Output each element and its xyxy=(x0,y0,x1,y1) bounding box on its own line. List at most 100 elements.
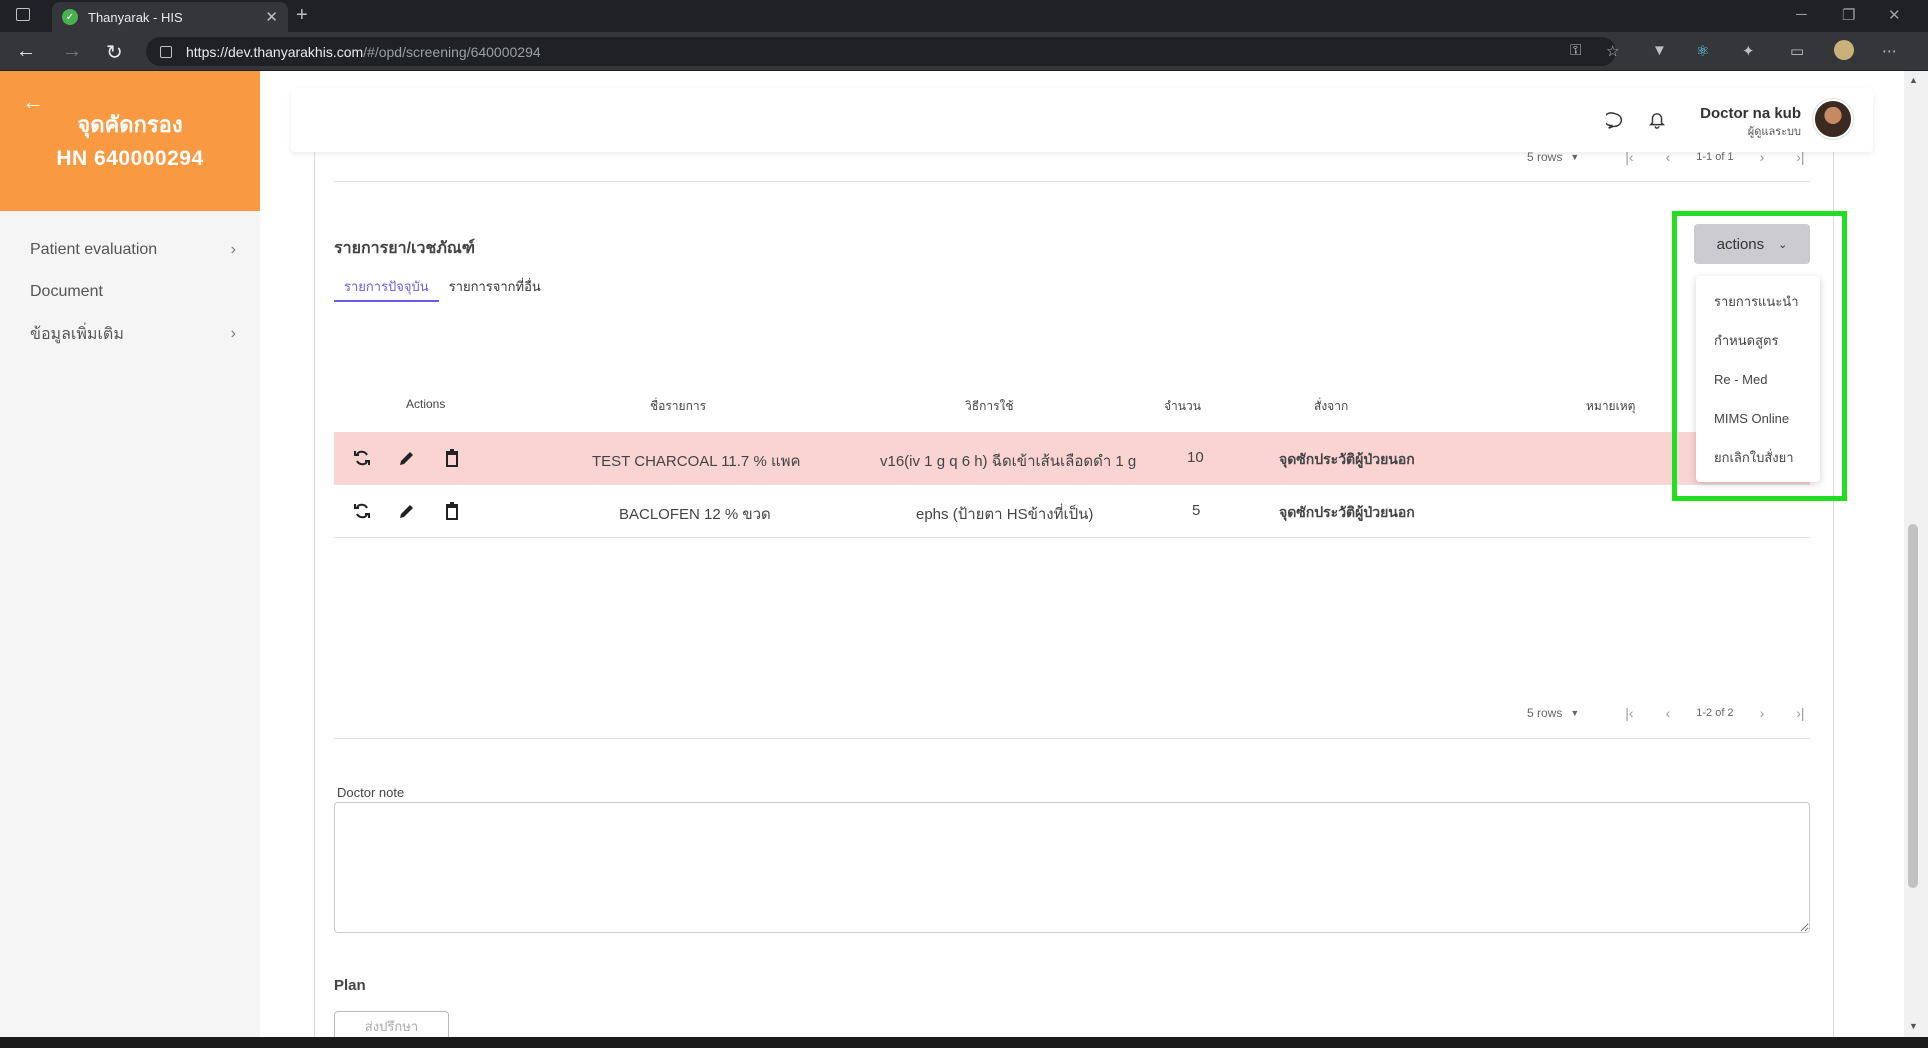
favicon-icon: ✓ xyxy=(62,9,78,25)
address-bar[interactable]: https://dev.thanyarakhis.com/#/opd/scree… xyxy=(146,37,1616,66)
url-path: /#/opd/screening/640000294 xyxy=(363,43,541,60)
lock-icon xyxy=(160,45,172,58)
table-row[interactable]: TEST CHARCOAL 11.7 % แพค v16(iv 1 g q 6 … xyxy=(334,432,1810,485)
station-title: จุดคัดกรอง xyxy=(77,112,183,137)
medication-name: BACLOFEN 12 % ขวด xyxy=(619,506,771,523)
chevron-right-icon: › xyxy=(230,325,236,342)
url-host: https://dev.thanyarakhis.com xyxy=(186,43,364,60)
next-page-icon[interactable]: › xyxy=(1760,705,1765,721)
back-arrow-icon[interactable]: ← xyxy=(16,40,36,63)
menu-item-recommended[interactable]: รายการแนะนำ xyxy=(1696,282,1820,321)
chevron-down-icon: ⌄ xyxy=(1778,238,1788,251)
forward-arrow-icon[interactable]: → xyxy=(62,40,82,63)
section-title: รายการยา/เวชภัณฑ์ xyxy=(334,240,476,257)
column-header-usage: วิธีการใช้ xyxy=(965,399,1014,413)
refresh-icon[interactable] xyxy=(352,501,372,521)
menu-item-re-med[interactable]: Re - Med xyxy=(1696,360,1820,399)
actions-button-label: actions xyxy=(1716,235,1765,253)
ordered-from: จุดซักประวัติผู้ป่วยนอก xyxy=(1279,451,1415,467)
tab-actions-icon[interactable] xyxy=(16,8,30,21)
window-close-icon[interactable]: ✕ xyxy=(1888,6,1901,24)
key-icon[interactable]: ⚿ xyxy=(1570,42,1581,59)
favorites-star-icon[interactable]: ☆ xyxy=(1606,42,1619,60)
medication-usage: ephs (ป้ายตา HSข้างที่เป็น) xyxy=(916,506,1094,523)
new-tab-button[interactable]: + xyxy=(296,4,308,27)
medication-quantity: 5 xyxy=(1192,502,1201,519)
tab-title: Thanyarak - HIS xyxy=(88,9,183,25)
caret-down-icon[interactable]: ▼ xyxy=(1570,708,1579,718)
rows-per-page[interactable]: 5 rows xyxy=(1527,706,1562,720)
prev-page-icon[interactable]: ‹ xyxy=(1666,705,1671,721)
tab-close-icon[interactable]: ✕ xyxy=(265,8,278,26)
browser-menu-icon[interactable]: ⋯ xyxy=(1882,42,1897,60)
edit-pencil-icon[interactable] xyxy=(397,501,417,521)
column-header-ordered-from: สั่งจาก xyxy=(1314,399,1349,413)
page-range: 1-2 of 2 xyxy=(1696,707,1734,719)
sidebar-item-label: Patient evaluation xyxy=(30,241,158,258)
actions-dropdown-menu: รายการแนะนำ กำหนดสูตร Re - Med MIMS Onli… xyxy=(1696,276,1820,482)
column-header-quantity: จำนวน xyxy=(1164,399,1201,413)
browser-tab-bar: ✓ Thanyarak - HIS ✕ + ─ ❐ ✕ xyxy=(0,0,1928,32)
patient-hn: HN 640000294 xyxy=(56,147,204,170)
restore-icon[interactable]: ❐ xyxy=(1842,6,1855,24)
rows-per-page[interactable]: 5 rows xyxy=(1527,150,1562,164)
scroll-down-icon[interactable]: ▼ xyxy=(1909,1021,1918,1031)
profile-avatar-icon[interactable] xyxy=(1834,40,1854,60)
menu-item-mims-online[interactable]: MIMS Online xyxy=(1696,399,1820,438)
edit-pencil-icon[interactable] xyxy=(397,448,417,468)
scroll-up-icon[interactable]: ▲ xyxy=(1909,75,1918,85)
cast-icon[interactable]: ▭ xyxy=(1790,42,1804,60)
bell-icon[interactable] xyxy=(1648,112,1666,130)
plan-label: Plan xyxy=(334,977,366,994)
tab-current[interactable]: รายการปัจจุบัน xyxy=(334,272,439,302)
vuetify-extension-icon[interactable]: ▼ xyxy=(1652,42,1667,59)
avatar[interactable] xyxy=(1813,99,1853,139)
browser-toolbar: ← → ↻ https://dev.thanyarakhis.com/#/opd… xyxy=(0,32,1928,71)
taskbar xyxy=(0,1037,1928,1048)
sidebar-item-label: ข้อมูลเพิ่มเติม xyxy=(30,325,124,343)
tab-external[interactable]: รายการจากที่อื่น xyxy=(439,272,551,302)
page-scrollbar[interactable]: ▲ ▼ xyxy=(1904,71,1928,1037)
column-header-note: หมายเหตุ xyxy=(1586,399,1636,413)
medication-usage: v16(iv 1 g q 6 h) ฉีดเข้าเส้นเลือดดำ 1 g xyxy=(880,453,1137,470)
sidebar-item-patient-evaluation[interactable]: Patient evaluation › xyxy=(0,229,260,271)
doctor-note-label: Doctor note xyxy=(337,785,405,800)
refresh-icon[interactable] xyxy=(352,448,372,468)
scrollbar-thumb[interactable] xyxy=(1908,524,1918,888)
user-name: Doctor na kub xyxy=(1700,105,1801,122)
last-page-icon[interactable]: ›| xyxy=(1796,705,1804,721)
table-pagination: 5 rows ▼ |‹ ‹ 1-2 of 2 › ›| xyxy=(1527,705,1821,721)
react-extension-icon[interactable]: ⚛ xyxy=(1696,42,1709,60)
app-header: Doctor na kub ผู้ดูแลระบบ xyxy=(291,88,1873,152)
medication-tabs: รายการปัจจุบัน รายการจากที่อื่น xyxy=(334,272,551,302)
sidebar-menu: Patient evaluation › Document ข้อมูลเพิ่… xyxy=(0,211,260,355)
extensions-icon[interactable]: ✦ xyxy=(1742,42,1755,60)
table-row[interactable]: BACLOFEN 12 % ขวด ephs (ป้ายตา HSข้างที่… xyxy=(334,485,1810,538)
column-header-actions: Actions xyxy=(406,397,446,411)
delete-trash-icon[interactable] xyxy=(442,501,462,521)
column-header-name: ชื่อรายการ xyxy=(650,399,707,413)
minimize-icon[interactable]: ─ xyxy=(1796,6,1807,23)
reload-icon[interactable]: ↻ xyxy=(106,40,123,65)
menu-item-formula[interactable]: กำหนดสูตร xyxy=(1696,321,1820,360)
ordered-from: จุดซักประวัติผู้ป่วยนอก xyxy=(1279,504,1415,520)
user-role: ผู้ดูแลระบบ xyxy=(1747,126,1801,138)
sidebar-header: ← จุดคัดกรอง HN 640000294 xyxy=(0,71,260,211)
sidebar-item-label: Document xyxy=(30,283,103,300)
medication-name: TEST CHARCOAL 11.7 % แพค xyxy=(592,453,801,470)
menu-item-cancel-prescription[interactable]: ยกเลิกใบสั่งยา xyxy=(1696,438,1820,477)
sidebar-item-additional-info[interactable]: ข้อมูลเพิ่มเติม › xyxy=(0,313,260,355)
first-page-icon[interactable]: |‹ xyxy=(1625,705,1633,721)
medication-quantity: 10 xyxy=(1187,449,1204,466)
delete-trash-icon[interactable] xyxy=(442,448,462,468)
divider xyxy=(334,181,1810,182)
sidebar: ← จุดคัดกรอง HN 640000294 Patient evalua… xyxy=(0,71,260,1037)
chevron-right-icon: › xyxy=(230,241,236,258)
divider xyxy=(334,738,1810,739)
browser-tab[interactable]: ✓ Thanyarak - HIS ✕ xyxy=(52,2,288,32)
doctor-note-textarea[interactable] xyxy=(334,802,1810,933)
chat-icon[interactable] xyxy=(1606,112,1624,130)
sidebar-item-document[interactable]: Document xyxy=(0,271,260,313)
actions-button[interactable]: actions ⌄ xyxy=(1694,224,1810,264)
caret-down-icon[interactable]: ▼ xyxy=(1570,152,1579,162)
